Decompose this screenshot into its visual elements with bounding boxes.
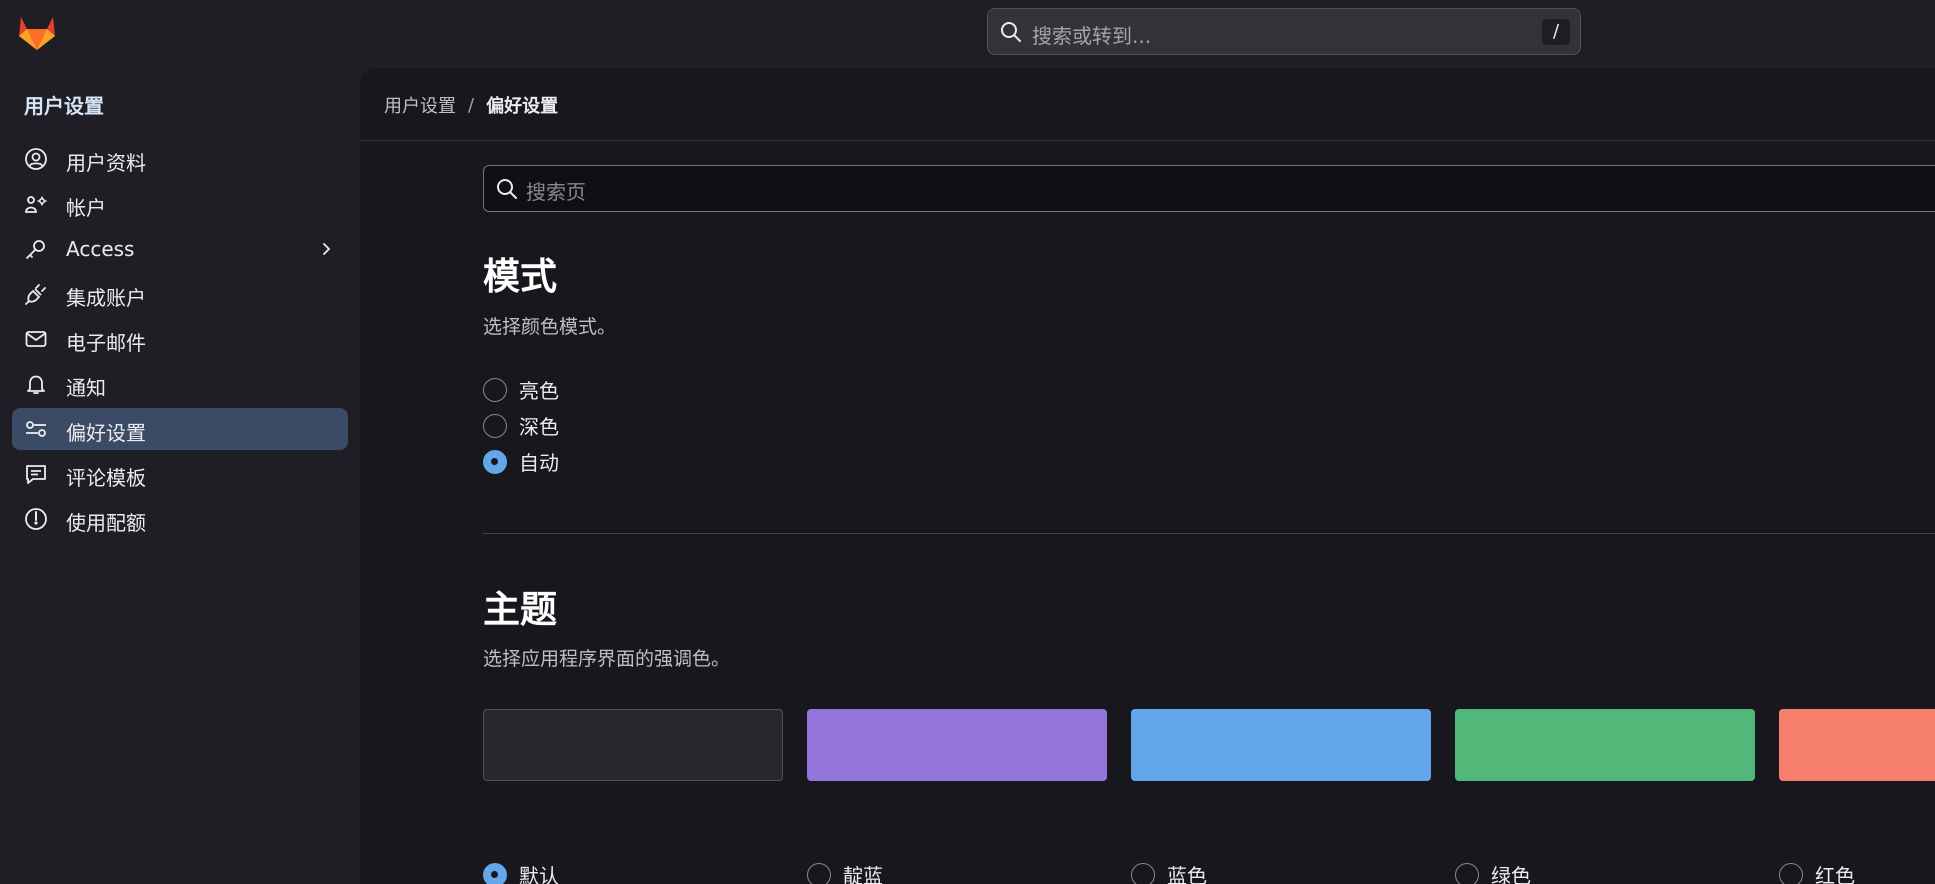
breadcrumb-parent[interactable]: 用户设置: [384, 92, 456, 118]
sidebar-item-usage-quotas[interactable]: 使用配额: [12, 498, 348, 540]
profile-icon: [24, 147, 48, 171]
global-search-input[interactable]: 搜索或转到... /: [987, 8, 1581, 55]
radio-label: 红色: [1815, 864, 1855, 884]
radio-button[interactable]: [1455, 862, 1479, 884]
theme-swatch-green[interactable]: [1455, 709, 1755, 781]
sidebar-item-label: 使用配额: [66, 511, 146, 535]
gitlab-logo-icon[interactable]: [16, 12, 58, 52]
theme-swatch-blue[interactable]: [1131, 709, 1431, 781]
theme-title: 主题: [483, 588, 557, 631]
theme-swatch-red[interactable]: [1779, 709, 1935, 781]
radio-label: 默认: [519, 864, 559, 884]
page-search-placeholder: 搜索页: [526, 180, 586, 204]
radio-label: 深色: [519, 415, 559, 439]
theme-option-default[interactable]: 默认: [483, 860, 559, 884]
breadcrumb-separator: /: [468, 94, 475, 116]
sidebar-item-label: Access: [66, 237, 135, 261]
section-divider: [483, 533, 1935, 534]
theme-swatch-indigo[interactable]: [807, 709, 1107, 781]
chevron-right-icon: [318, 241, 334, 257]
sidebar-item-label: 电子邮件: [66, 331, 146, 355]
mode-option-dark[interactable]: 深色: [483, 411, 559, 440]
page-search-input[interactable]: 搜索页: [483, 165, 1935, 212]
mode-option-auto[interactable]: 自动: [483, 447, 559, 476]
sidebar-item-email[interactable]: 电子邮件: [12, 318, 348, 360]
radio-button[interactable]: [483, 862, 507, 884]
theme-description: 选择应用程序界面的强调色。: [483, 648, 731, 670]
search-shortcut-key: /: [1542, 19, 1570, 45]
sidebar-item-notifications[interactable]: 通知: [12, 363, 348, 405]
global-search-placeholder: 搜索或转到...: [1032, 24, 1152, 48]
account-icon: [24, 192, 48, 216]
sidebar-item-label: 帐户: [66, 196, 106, 220]
sidebar-item-label: 偏好设置: [66, 421, 146, 445]
radio-label: 蓝色: [1167, 864, 1207, 884]
sidebar-item-label: 评论模板: [66, 466, 146, 490]
sidebar-item-preferences[interactable]: 偏好设置: [12, 408, 348, 450]
sidebar: 用户设置 用户资料 帐户 Access 集成账户 电子邮件 通知 偏好设置 评论…: [0, 68, 360, 884]
sidebar-item-account[interactable]: 帐户: [12, 183, 348, 225]
theme-option-blue[interactable]: 蓝色: [1131, 860, 1207, 884]
radio-button[interactable]: [1131, 862, 1155, 884]
radio-button[interactable]: [807, 862, 831, 884]
sidebar-item-profile[interactable]: 用户资料: [12, 138, 348, 180]
breadcrumb-divider: [360, 140, 1935, 141]
radio-button[interactable]: [483, 413, 507, 438]
mode-option-light[interactable]: 亮色: [483, 375, 559, 404]
radio-button[interactable]: [1779, 862, 1803, 884]
comment-template-icon: [24, 462, 48, 486]
sidebar-item-label: 用户资料: [66, 151, 146, 175]
sidebar-item-comment-templates[interactable]: 评论模板: [12, 453, 348, 495]
search-icon: [496, 178, 518, 200]
theme-swatch-default[interactable]: [483, 709, 783, 781]
sidebar-item-integrations[interactable]: 集成账户: [12, 273, 348, 315]
radio-label: 绿色: [1491, 864, 1531, 884]
preferences-icon: [24, 417, 48, 441]
radio-label: 亮色: [519, 379, 559, 403]
sidebar-item-label: 集成账户: [66, 286, 146, 310]
theme-option-red[interactable]: 红色: [1779, 860, 1855, 884]
mode-description: 选择颜色模式。: [483, 316, 617, 338]
breadcrumb-current[interactable]: 偏好设置: [486, 92, 558, 118]
radio-button[interactable]: [483, 377, 507, 402]
theme-option-green[interactable]: 绿色: [1455, 860, 1531, 884]
sidebar-item-access[interactable]: Access: [12, 228, 348, 270]
quota-icon: [24, 507, 48, 531]
mode-title: 模式: [483, 255, 557, 298]
key-icon: [24, 237, 48, 261]
top-bar: 搜索或转到... /: [0, 0, 1935, 68]
radio-button[interactable]: [483, 449, 507, 474]
plug-icon: [24, 282, 48, 306]
sidebar-item-label: 通知: [66, 376, 106, 400]
search-icon: [1000, 21, 1022, 43]
bell-icon: [24, 372, 48, 396]
sidebar-title: 用户设置: [24, 94, 104, 118]
main-panel: 用户设置 / 偏好设置 搜索页 模式 选择颜色模式。 亮色 深色 自动 主题 选…: [360, 68, 1935, 884]
breadcrumb: 用户设置 / 偏好设置: [384, 92, 558, 118]
radio-label: 自动: [519, 451, 559, 475]
radio-label: 靛蓝: [843, 864, 883, 884]
mail-icon: [24, 327, 48, 351]
theme-option-indigo[interactable]: 靛蓝: [807, 860, 883, 884]
